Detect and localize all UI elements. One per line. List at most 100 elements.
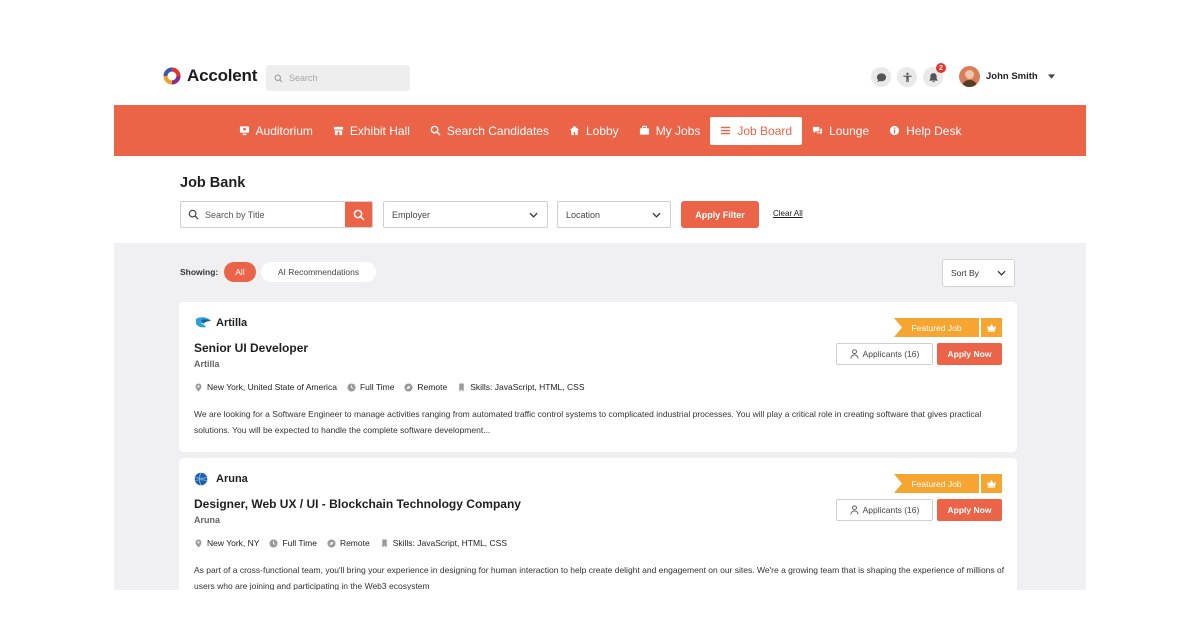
chevron-down-icon: [997, 270, 1006, 276]
chat-bubble-icon: [876, 72, 886, 82]
nav-item-exhibit-hall[interactable]: Exhibit Hall: [323, 117, 420, 145]
featured-badge-icon-box: [981, 474, 1002, 493]
user-icon: [850, 505, 859, 515]
clear-all-link[interactable]: Clear All: [773, 209, 803, 218]
job-company: Artilla: [194, 359, 220, 369]
bell-icon: [928, 72, 938, 82]
top-search-box[interactable]: [266, 65, 410, 91]
employer-select[interactable]: Employer: [383, 201, 548, 228]
job-location: New York, United State of America: [194, 382, 337, 392]
job-title[interactable]: Senior UI Developer: [194, 341, 308, 355]
chat-icon: [812, 126, 823, 135]
applicants-count: Applicants (16): [862, 349, 920, 359]
info-icon: [890, 125, 900, 136]
nav-item-my-jobs[interactable]: My Jobs: [629, 117, 711, 145]
filter-pill-all[interactable]: All: [224, 262, 256, 282]
messages-button[interactable]: [871, 67, 891, 87]
company-name: Aruna: [194, 472, 248, 486]
clock-icon: [269, 538, 279, 548]
apply-now-button[interactable]: Apply Now: [937, 343, 1002, 365]
job-skills: Skills: JavaScript, HTML, CSS: [380, 538, 507, 548]
job-location: New York, NY: [194, 538, 259, 548]
nav-label: Exhibit Hall: [349, 123, 410, 138]
bookmark-icon: [459, 382, 464, 392]
nav-label: Lounge: [829, 123, 870, 138]
app-frame: Accolent 2 John Smith Auditorium: [114, 0, 1086, 590]
apply-filter-button[interactable]: Apply Filter: [681, 201, 759, 228]
user-name: John Smith: [986, 71, 1038, 82]
employer-select-value: Employer: [392, 209, 431, 220]
location-pin-icon: [195, 538, 202, 548]
job-title[interactable]: Designer, Web UX / UI - Blockchain Techn…: [194, 497, 521, 511]
search-icon: [353, 209, 365, 221]
job-skills: Skills: JavaScript, HTML, CSS: [457, 382, 585, 392]
artilla-logo-icon: [196, 317, 211, 328]
location-select[interactable]: Location: [557, 201, 671, 228]
apply-now-button[interactable]: Apply Now: [937, 499, 1002, 521]
filter-pill-ai-recommendations[interactable]: AI Recommendations: [261, 262, 376, 282]
job-card[interactable]: Aruna Designer, Web UX / UI - Blockchain…: [179, 458, 1017, 590]
brand-logo[interactable]: Accolent: [162, 66, 257, 86]
title-search-field[interactable]: [181, 209, 345, 220]
location-pin-icon: [195, 382, 202, 392]
top-bar: Accolent 2 John Smith: [114, 0, 1086, 105]
location-select-value: Location: [566, 209, 601, 220]
job-mode: Remote: [404, 382, 447, 392]
accolent-logo-icon: [163, 67, 181, 85]
accessibility-button[interactable]: [897, 67, 917, 87]
job-location-text: New York, United State of America: [207, 382, 337, 392]
home-icon: [569, 125, 580, 136]
remote-icon: [327, 538, 336, 548]
job-type: Full Time: [347, 382, 394, 392]
nav-item-job-board[interactable]: Job Board: [710, 116, 803, 145]
nav-label: My Jobs: [655, 123, 701, 138]
user-avatar: [959, 66, 980, 87]
aruna-logo-icon: [194, 472, 208, 486]
search-icon: [430, 125, 441, 136]
sort-by-select[interactable]: Sort By: [942, 259, 1015, 287]
title-search-input[interactable]: [205, 209, 325, 220]
featured-job-badge: Featured Job: [894, 474, 979, 493]
job-card[interactable]: Artilla Senior UI Developer Artilla New …: [179, 302, 1017, 452]
chevron-down-icon: [652, 212, 661, 218]
job-company: Aruna: [194, 515, 221, 525]
user-menu[interactable]: John Smith: [959, 66, 1055, 87]
search-icon: [188, 209, 199, 220]
featured-job-badge: Featured Job: [894, 318, 979, 337]
nav-item-lounge[interactable]: Lounge: [802, 117, 879, 145]
job-skills-text: Skills: JavaScript, HTML, CSS: [392, 538, 508, 548]
title-search-button[interactable]: [345, 202, 372, 227]
job-type-text: Full Time: [282, 538, 317, 548]
company-name: Artilla: [194, 316, 247, 330]
job-type-text: Full Time: [359, 382, 395, 392]
nav-item-help-desk[interactable]: Help Desk: [879, 117, 971, 145]
crown-icon: [987, 323, 996, 332]
sort-by-label: Sort By: [951, 268, 979, 278]
job-mode: Remote: [327, 538, 370, 548]
job-mode-text: Remote: [339, 538, 370, 548]
main-navigation: Auditorium Exhibit Hall Search Candidate…: [114, 105, 1086, 156]
crown-icon: [987, 479, 996, 488]
search-icon: [274, 74, 283, 82]
featured-badge-icon-box: [981, 318, 1002, 337]
applicants-button[interactable]: Applicants (16): [836, 499, 933, 521]
nav-label: Help Desk: [906, 123, 962, 138]
job-description: As part of a cross-functional team, you'…: [194, 565, 1005, 590]
notifications-button[interactable]: 2: [923, 63, 946, 87]
showing-label: Showing:: [180, 267, 219, 277]
nav-item-auditorium[interactable]: Auditorium: [229, 117, 323, 145]
job-description: We are looking for a Software Engineer t…: [194, 409, 982, 435]
user-icon: [850, 349, 859, 359]
applicants-button[interactable]: Applicants (16): [836, 343, 933, 365]
applicants-count: Applicants (16): [862, 505, 920, 515]
briefcase-icon: [639, 125, 649, 135]
bookmark-icon: [381, 538, 387, 548]
job-mode-text: Remote: [417, 382, 448, 392]
job-type: Full Time: [269, 538, 317, 548]
top-search-input[interactable]: [289, 73, 399, 83]
nav-item-search-candidates[interactable]: Search Candidates: [420, 117, 559, 145]
nav-label: Job Board: [737, 123, 793, 138]
title-search-box[interactable]: [180, 201, 373, 228]
chevron-down-icon: [1047, 74, 1055, 79]
nav-item-lobby[interactable]: Lobby: [559, 117, 629, 145]
